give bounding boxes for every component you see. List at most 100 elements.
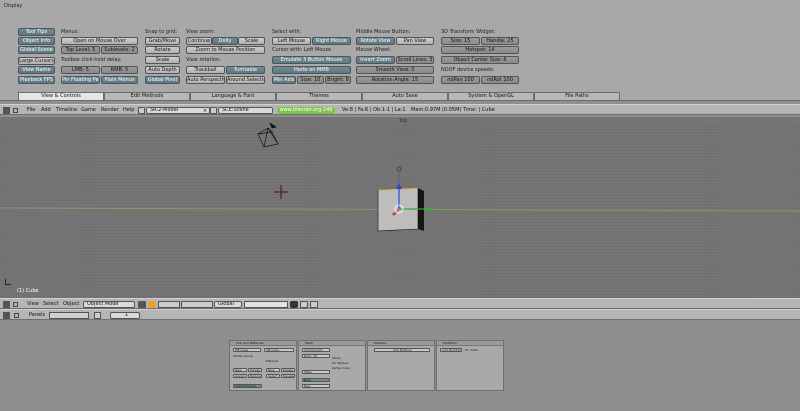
panel-title[interactable]: Multires <box>368 341 434 346</box>
axis-size-field[interactable]: Size: 10 <box>297 76 324 84</box>
add-modifier-button[interactable]: Add Modifier <box>440 348 462 352</box>
ndof-rot-field[interactable]: ndRot 100 <box>481 76 519 84</box>
panels-menu[interactable]: Panels <box>29 312 45 318</box>
menu-select[interactable]: Select <box>43 301 58 307</box>
large-cursors-toggle[interactable]: Large Cursors <box>18 57 55 65</box>
window-type-icon[interactable] <box>3 107 10 114</box>
zoom-to-mouse-toggle[interactable]: Zoom to Mouse Position <box>186 46 265 54</box>
menu-object[interactable]: Object <box>63 301 79 307</box>
widget-hotspot-field[interactable]: Hotspot: 14 <box>441 46 519 54</box>
tab-auto-save[interactable]: Auto Save <box>362 92 448 101</box>
rotation-angle-field[interactable]: Rotation Angle: 15 <box>356 76 434 84</box>
delete-material-button[interactable]: Delete <box>281 368 295 372</box>
make-button[interactable]: Make <box>302 370 330 374</box>
rotate-view-button[interactable]: Rotate View <box>356 37 395 45</box>
menu-timeline[interactable]: Timeline <box>56 107 77 113</box>
lock-icon[interactable] <box>290 301 298 308</box>
deselect-button[interactable]: Deselect <box>281 374 295 378</box>
tab-edit-methods[interactable]: Edit Methods <box>104 92 190 101</box>
new-vcol-button[interactable]: New <box>302 384 330 388</box>
global-scene-toggle[interactable]: Global Scene <box>18 46 55 54</box>
plain-menus-toggle[interactable]: Plain Menus <box>101 76 138 84</box>
around-selection-toggle[interactable]: Around Selection <box>226 76 265 84</box>
tab-system-opengl[interactable]: System & OpenGL <box>448 92 534 101</box>
menu-file[interactable]: File <box>27 107 35 113</box>
zoom-continue-button[interactable]: Continue <box>186 37 212 45</box>
min-axis-toggle[interactable]: Min Axis <box>272 76 296 84</box>
snap-scale-toggle[interactable]: Scale <box>145 56 180 64</box>
render-icon[interactable] <box>310 301 318 308</box>
snap-icon[interactable] <box>300 301 308 308</box>
tab-view-controls[interactable]: View & Controls <box>18 92 104 101</box>
assign-button[interactable]: Assign <box>233 374 247 378</box>
remove-button[interactable]: Remove <box>248 374 262 378</box>
select-left-mouse-button[interactable]: Left Mouse <box>272 37 311 45</box>
layers-grid[interactable] <box>244 301 288 308</box>
turntable-button[interactable]: Turntable <box>226 66 265 74</box>
degr-field[interactable]: Degr: 30 <box>302 354 330 358</box>
collapse-icon[interactable] <box>14 313 19 318</box>
panel-title[interactable]: Mesh <box>299 341 365 346</box>
draw-type-icon[interactable] <box>138 301 146 308</box>
trackball-button[interactable]: Trackball <box>186 66 225 74</box>
menu-add[interactable]: Add <box>41 107 51 113</box>
scroll-lines-field[interactable]: Scroll Lines: 3 <box>396 56 434 64</box>
playback-fps-toggle[interactable]: Playback FPS <box>18 76 55 84</box>
window-type-icon[interactable] <box>3 312 10 319</box>
snap-grab-move-toggle[interactable]: Grab/Move <box>145 37 180 45</box>
sublevels-field[interactable]: Sublevels: 2 <box>101 46 138 54</box>
menu-view[interactable]: View <box>27 301 39 307</box>
frame-field[interactable]: 1 <box>110 312 140 319</box>
scene-browse-icon[interactable] <box>210 107 217 114</box>
auto-perspective-toggle[interactable]: Auto Perspective <box>186 76 225 84</box>
object-info-toggle[interactable]: Object Info <box>18 37 55 45</box>
panel-title[interactable]: Link and Materials <box>230 341 296 346</box>
screen-field[interactable]: SR:2-Model <box>146 107 210 114</box>
tab-themes[interactable]: Themes <box>276 92 362 101</box>
axis-bright-field[interactable]: Bright: 8 <box>325 76 351 84</box>
delete-button[interactable]: Delete <box>248 368 262 372</box>
top-level-field[interactable]: Top Level: 5 <box>61 46 100 54</box>
orientation-select[interactable]: Global <box>214 301 242 308</box>
mesh-link-field[interactable]: ME:Cube <box>233 348 261 352</box>
close-icon[interactable]: × <box>203 108 207 114</box>
new-button[interactable]: New <box>233 368 247 372</box>
pin-floating-panels-toggle[interactable]: Pin Floating Pan <box>61 76 100 84</box>
menu-help[interactable]: Help <box>123 107 134 113</box>
object-link-field[interactable]: OB:Cube <box>264 348 294 352</box>
ndof-pan-field[interactable]: ndPan 100 <box>441 76 480 84</box>
context-icons[interactable] <box>49 312 89 319</box>
tab-language-font[interactable]: Language & Font <box>190 92 276 101</box>
emulate-3-button-toggle[interactable]: Emulate 3 Button Mouse <box>272 56 351 64</box>
autosmooth-toggle[interactable]: AutoSmooth <box>302 348 330 352</box>
panel-title[interactable]: Modifiers <box>437 341 503 346</box>
snap-rotate-toggle[interactable]: Rotate <box>145 46 180 54</box>
view-name-toggle[interactable]: View Name <box>18 66 55 74</box>
widget-handle-field[interactable]: Handle: 25 <box>481 37 519 45</box>
menu-render[interactable]: Render <box>101 107 119 113</box>
scene-field[interactable]: SCE:Scene <box>218 107 273 114</box>
paste-on-mmb-toggle[interactable]: Paste on MMB <box>272 66 351 74</box>
viewport-canvas[interactable] <box>0 117 800 298</box>
invert-zoom-toggle[interactable]: Invert Zoom <box>356 56 395 64</box>
blender-url-badge[interactable]: www.blender.org 249 <box>277 107 335 114</box>
collapse-icon[interactable] <box>13 302 18 307</box>
zoom-scale-button[interactable]: Scale <box>238 37 265 45</box>
rmb-field[interactable]: RMB: 5 <box>101 66 138 74</box>
menu-game[interactable]: Game <box>81 107 96 113</box>
window-type-icon[interactable] <box>3 301 10 308</box>
select-right-mouse-button[interactable]: Right Mouse <box>312 37 351 45</box>
collapse-icon[interactable] <box>13 108 18 113</box>
mode-select[interactable]: Object Mode <box>83 301 135 308</box>
global-pivot-toggle[interactable]: Global Pivot <box>145 76 180 84</box>
lmb-field[interactable]: LMB: 5 <box>61 66 100 74</box>
tab-file-paths[interactable]: File Paths <box>534 92 620 101</box>
object-center-size-field[interactable]: Object Center Size: 6 <box>441 56 519 64</box>
pan-view-button[interactable]: Pan View <box>396 37 434 45</box>
new-material-button[interactable]: New <box>266 368 280 372</box>
smooth-view-field[interactable]: Smooth View: 0 <box>356 66 434 74</box>
screen-browse-icon[interactable] <box>138 107 145 114</box>
auto-depth-toggle[interactable]: Auto Depth <box>145 66 180 74</box>
pivot-icon[interactable] <box>148 301 156 308</box>
widget-size-field[interactable]: Size: 15 <box>441 37 480 45</box>
